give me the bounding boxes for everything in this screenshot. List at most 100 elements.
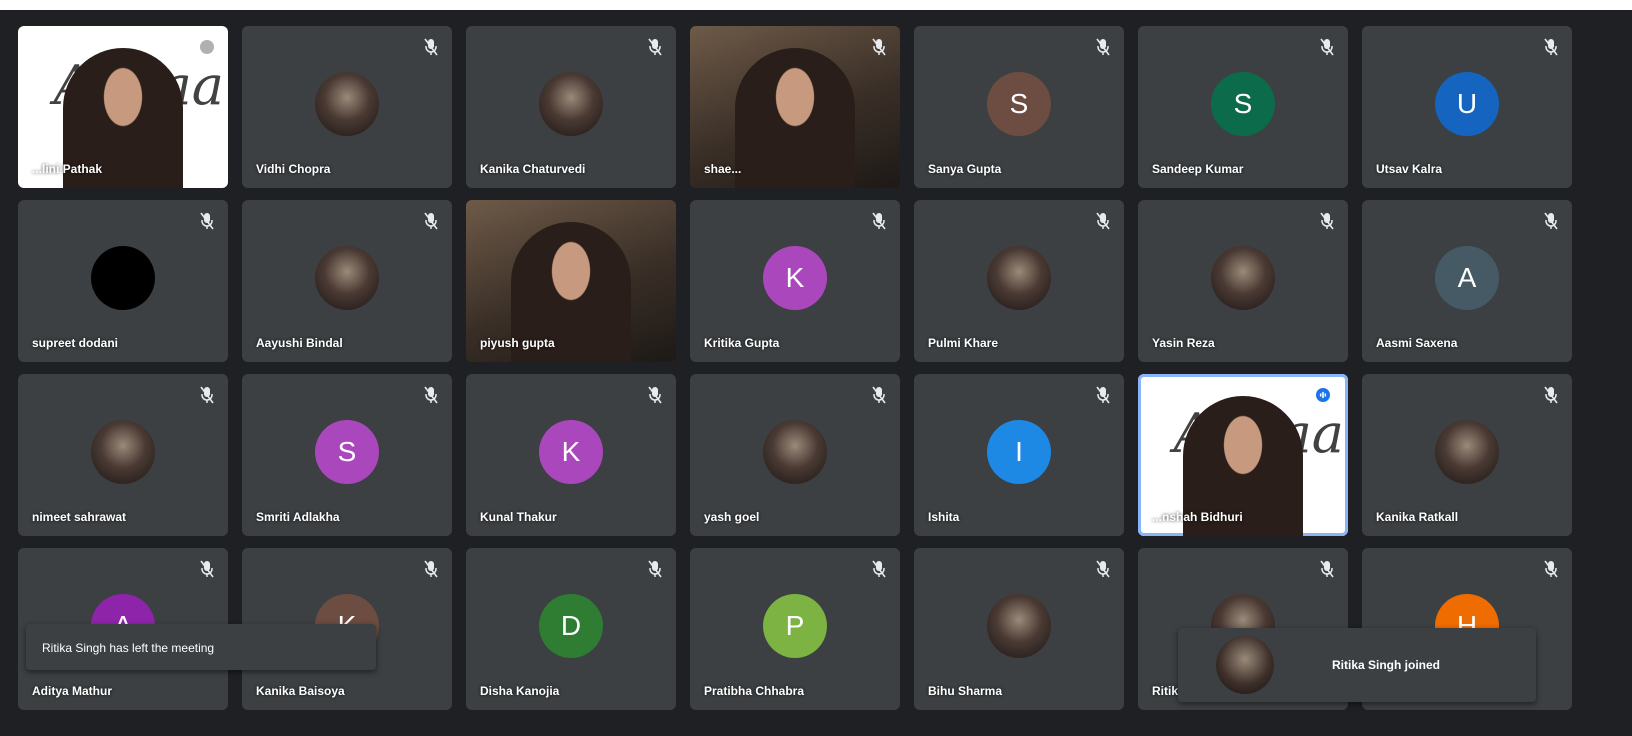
- joined-meeting-notification: Ritika Singh joined: [1178, 628, 1536, 702]
- notification-text: Ritika Singh joined: [1332, 658, 1441, 672]
- participant-tile[interactable]: Aayushi Bindal: [242, 200, 452, 362]
- participant-name: ...nshah Bidhuri: [1152, 510, 1243, 524]
- participant-tile[interactable]: Kanika Chaturvedi: [466, 26, 676, 188]
- mic-off-icon: [424, 386, 438, 404]
- mic-off-icon: [1320, 212, 1334, 230]
- participant-tile[interactable]: S Sandeep Kumar: [1138, 26, 1348, 188]
- avatar: [1216, 636, 1274, 694]
- participant-tile[interactable]: supreet dodani: [18, 200, 228, 362]
- avatar: [987, 594, 1051, 658]
- participant-tile[interactable]: I Ishita: [914, 374, 1124, 536]
- participant-name: Kritika Gupta: [704, 336, 780, 350]
- participant-tile[interactable]: Aahaa...nshah Bidhuri: [1138, 374, 1348, 536]
- participant-name: Ishita: [928, 510, 960, 524]
- mic-off-icon: [424, 560, 438, 578]
- participant-tile[interactable]: Kanika Ratkall: [1362, 374, 1572, 536]
- participant-tile[interactable]: Bihu Sharma: [914, 548, 1124, 710]
- avatar: A: [1435, 246, 1499, 310]
- participant-tile[interactable]: piyush gupta: [466, 200, 676, 362]
- participant-tile[interactable]: yash goel: [690, 374, 900, 536]
- participant-name: Kunal Thakur: [480, 510, 557, 524]
- avatar: [91, 246, 155, 310]
- mic-off-icon: [648, 38, 662, 56]
- avatar: U: [1435, 72, 1499, 136]
- participant-tile[interactable]: P Pratibha Chhabra: [690, 548, 900, 710]
- participant-name: Pratibha Chhabra: [704, 684, 805, 698]
- avatar: S: [987, 72, 1051, 136]
- mic-off-icon: [200, 386, 214, 404]
- participant-name: Aasmi Saxena: [1376, 336, 1458, 350]
- avatar: [1211, 246, 1275, 310]
- mic-off-icon: [1096, 212, 1110, 230]
- participant-name: Sanya Gupta: [928, 162, 1002, 176]
- mic-off-icon: [1544, 386, 1558, 404]
- participant-name: Aditya Mathur: [32, 684, 113, 698]
- mic-off-icon: [648, 386, 662, 404]
- participant-grid: Aahaa...lini Pathak Vidhi Chopra Kanika Ch…: [18, 26, 1572, 710]
- mic-off-icon: [872, 212, 886, 230]
- avatar: S: [315, 420, 379, 484]
- mic-off-icon: [1544, 38, 1558, 56]
- participant-name: shae...: [704, 162, 742, 176]
- participant-name: piyush gupta: [480, 336, 555, 350]
- avatar: [987, 246, 1051, 310]
- mic-off-icon: [872, 560, 886, 578]
- avatar: [91, 420, 155, 484]
- participant-tile[interactable]: K Kritika Gupta: [690, 200, 900, 362]
- participant-tile[interactable]: nimeet sahrawat: [18, 374, 228, 536]
- participant-tile[interactable]: Yasin Reza: [1138, 200, 1348, 362]
- mic-off-icon: [1096, 386, 1110, 404]
- participant-name: Yasin Reza: [1152, 336, 1215, 350]
- mic-off-icon: [424, 38, 438, 56]
- participant-video: [735, 48, 855, 188]
- participant-tile[interactable]: Aahaa...lini Pathak: [18, 26, 228, 188]
- participant-tile[interactable]: S Sanya Gupta: [914, 26, 1124, 188]
- mic-off-icon: [1320, 38, 1334, 56]
- participant-tile[interactable]: Pulmi Khare: [914, 200, 1124, 362]
- participant-tile[interactable]: S Smriti Adlakha: [242, 374, 452, 536]
- mic-off-icon: [648, 560, 662, 578]
- participant-name: Kanika Baisoya: [256, 684, 345, 698]
- participant-name: ...lini Pathak: [32, 162, 103, 176]
- participant-name: Utsav Kalra: [1376, 162, 1443, 176]
- audio-level-icon: [1316, 386, 1334, 404]
- options-icon: [200, 38, 214, 56]
- participant-name: Pulmi Khare: [928, 336, 999, 350]
- mic-off-icon: [424, 212, 438, 230]
- participant-name: Kanika Ratkall: [1376, 510, 1459, 524]
- avatar: [315, 246, 379, 310]
- participant-name: Disha Kanojia: [480, 684, 560, 698]
- participant-name: Smriti Adlakha: [256, 510, 340, 524]
- notification-text: Ritika Singh has left the meeting: [42, 641, 215, 655]
- top-bar: [0, 0, 1632, 10]
- participant-tile[interactable]: D Disha Kanojia: [466, 548, 676, 710]
- participant-name: Kanika Chaturvedi: [480, 162, 586, 176]
- participant-tile[interactable]: U Utsav Kalra: [1362, 26, 1572, 188]
- mic-off-icon: [1320, 560, 1334, 578]
- avatar: D: [539, 594, 603, 658]
- participant-name: nimeet sahrawat: [32, 510, 127, 524]
- participant-name: Vidhi Chopra: [256, 162, 331, 176]
- mic-off-icon: [872, 38, 886, 56]
- participant-name: Aayushi Bindal: [256, 336, 343, 350]
- avatar: [763, 420, 827, 484]
- mic-off-icon: [1096, 38, 1110, 56]
- avatar: [539, 72, 603, 136]
- avatar: K: [763, 246, 827, 310]
- participant-tile[interactable]: A Aasmi Saxena: [1362, 200, 1572, 362]
- avatar: [315, 72, 379, 136]
- avatar: K: [539, 420, 603, 484]
- avatar: [1435, 420, 1499, 484]
- mic-off-icon: [200, 212, 214, 230]
- participant-name: Bihu Sharma: [928, 684, 1003, 698]
- avatar: I: [987, 420, 1051, 484]
- participant-tile[interactable]: K Kunal Thakur: [466, 374, 676, 536]
- mic-off-icon: [1096, 560, 1110, 578]
- avatar: S: [1211, 72, 1275, 136]
- participant-name: supreet dodani: [32, 336, 119, 350]
- mic-off-icon: [1544, 560, 1558, 578]
- participant-name: yash goel: [704, 510, 760, 524]
- participant-tile[interactable]: Vidhi Chopra: [242, 26, 452, 188]
- mic-off-icon: [200, 560, 214, 578]
- participant-tile[interactable]: shae...: [690, 26, 900, 188]
